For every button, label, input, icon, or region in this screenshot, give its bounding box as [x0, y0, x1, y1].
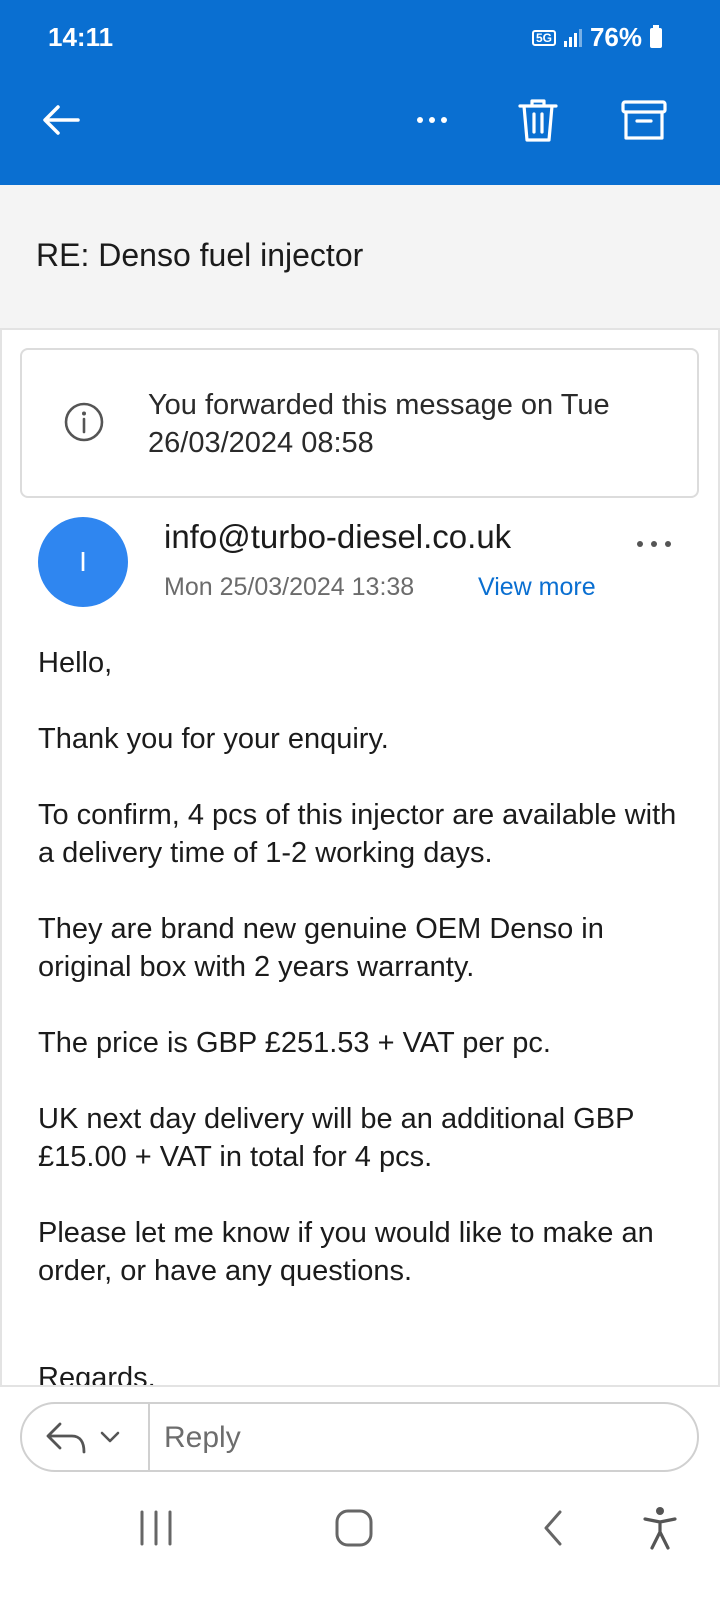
body-paragraph: To confirm, 4 pcs of this injector are a… [38, 799, 677, 869]
reply-input[interactable]: Reply [164, 1421, 241, 1455]
body-paragraph: Please let me know if you would like to … [38, 1217, 654, 1287]
reply-divider [148, 1404, 150, 1470]
more-horizontal-icon[interactable] [406, 94, 458, 146]
archive-icon[interactable] [618, 94, 670, 146]
status-indicators: 5G 76% [531, 22, 662, 53]
status-time: 14:11 [48, 22, 114, 52]
battery-icon [650, 24, 662, 48]
body-partial-line: Regards, [38, 1362, 156, 1386]
reply-options-icon[interactable] [44, 1418, 128, 1458]
battery-level: 76% [589, 22, 642, 52]
avatar[interactable]: I [38, 517, 128, 607]
message-body: Hello, Thank you for your enquiry. To co… [38, 644, 698, 1328]
home-icon[interactable] [332, 1506, 376, 1550]
arrow-left-icon[interactable] [36, 94, 88, 146]
body-paragraph: Thank you for your enquiry. [38, 723, 389, 755]
accessibility-icon[interactable] [640, 1504, 680, 1552]
body-paragraph: The price is GBP £251.53 + VAT per pc. [38, 1027, 551, 1059]
email-subject: RE: Denso fuel injector [36, 237, 364, 273]
message-more-icon[interactable] [634, 538, 674, 550]
signal-icon [563, 28, 582, 47]
sender-address[interactable]: info@turbo-diesel.co.uk [164, 518, 511, 556]
body-paragraph: Hello, [38, 647, 113, 679]
system-nav-bar [0, 1490, 720, 1600]
message-date: Mon 25/03/2024 13:38 [164, 573, 415, 601]
recent-apps-icon[interactable] [134, 1508, 178, 1548]
trash-icon[interactable] [512, 94, 564, 146]
info-icon [64, 402, 104, 442]
body-paragraph: They are brand new genuine OEM Denso in … [38, 913, 604, 983]
forward-notice-text: You forwarded this message on Tue 26/03/… [148, 389, 610, 459]
app-bar: 14:11 5G 76% [0, 0, 720, 185]
view-more-link[interactable]: View more [478, 573, 596, 602]
network-type-icon: 5G [531, 29, 556, 46]
body-paragraph: UK next day delivery will be an addition… [38, 1103, 634, 1173]
back-nav-icon[interactable] [538, 1506, 568, 1550]
